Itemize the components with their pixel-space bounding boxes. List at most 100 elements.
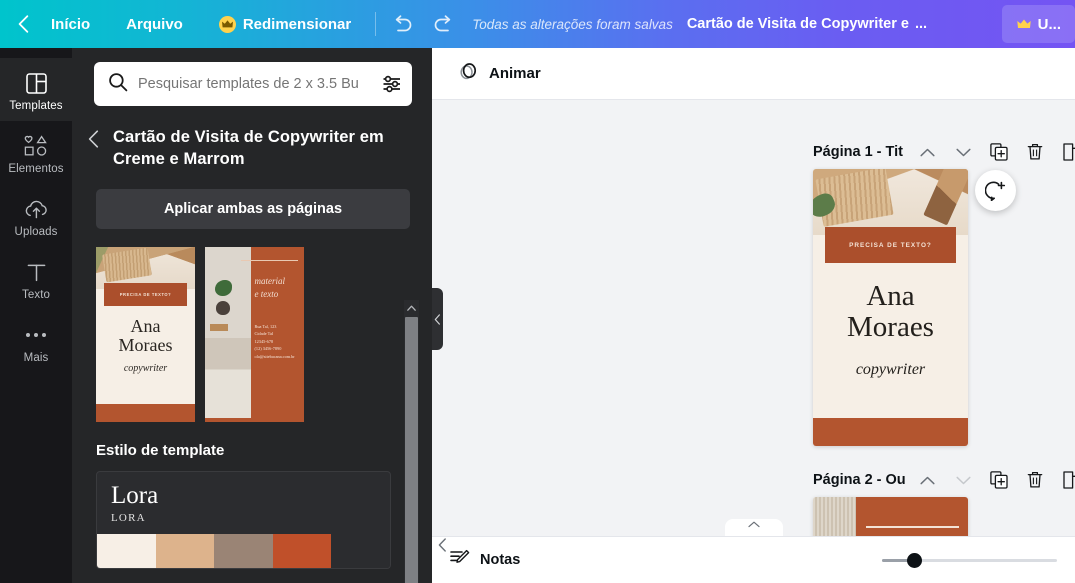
apply-both-pages-button[interactable]: Aplicar ambas as páginas	[96, 188, 410, 229]
swatch-3[interactable]	[214, 534, 273, 569]
page-2-canvas[interactable]	[813, 497, 968, 536]
thumb2-script-line1: material	[254, 275, 286, 286]
resize-button[interactable]: Redimensionar	[209, 10, 361, 39]
swatch-5[interactable]	[331, 534, 390, 569]
crown-icon	[218, 15, 236, 33]
editor-toolbar: Animar	[432, 48, 1075, 100]
scroll-thumb[interactable]	[405, 317, 418, 583]
trash-icon	[1027, 143, 1043, 160]
template-style-card[interactable]: Lora LORA	[96, 470, 391, 570]
page-2-move-up-button[interactable]	[909, 466, 945, 494]
page-2-move-down-button[interactable]	[945, 466, 981, 494]
page-2-duplicate-button[interactable]	[981, 466, 1017, 494]
thumb1-name-line1: Ana	[130, 315, 161, 336]
template-back-button[interactable]	[86, 126, 107, 148]
canvas-scroll-area[interactable]: Página 1 - Tit PRECISA DE TEXTO? Ana Mor…	[432, 100, 1075, 536]
canva-editor-window: Início Arquivo Redimensionar Todas as al…	[0, 0, 1075, 583]
sidebar-item-mais[interactable]: Mais	[0, 310, 72, 373]
page-1-move-down-button[interactable]	[945, 138, 981, 166]
upload-cloud-icon	[24, 195, 49, 223]
crown-icon	[1016, 16, 1032, 33]
chevron-up-icon	[919, 148, 935, 156]
back-button[interactable]	[18, 15, 29, 33]
zoom-slider[interactable]	[882, 552, 1057, 568]
zoom-slider-knob[interactable]	[906, 552, 922, 568]
undo-button[interactable]	[382, 9, 423, 39]
page-1-move-up-button[interactable]	[909, 138, 945, 166]
swatch-4[interactable]	[272, 534, 332, 569]
thumbnail-page-2[interactable]: material e texto Rua Tal, 123 Cidade Tal…	[205, 246, 304, 422]
document-title-ellipsis: ...	[914, 16, 928, 32]
notes-button[interactable]: Notas	[450, 549, 520, 572]
zoom-slider-track[interactable]	[882, 552, 1057, 568]
swatch-2[interactable]	[155, 534, 215, 569]
style-heading: Estilo de template	[96, 441, 225, 459]
template-header: Cartão de Visita de Copywriter em Creme …	[72, 106, 432, 171]
search-box[interactable]	[94, 62, 412, 106]
card1-banner[interactable]: PRECISA DE TEXTO?	[825, 227, 956, 263]
style-swatches	[97, 534, 390, 569]
panel-collapse-handle[interactable]	[432, 288, 443, 350]
page-title: Cartão de Visita de Copywriter em Creme …	[113, 128, 384, 169]
swatch-1[interactable]	[97, 534, 156, 569]
card1-name-line1: Ana	[866, 280, 915, 312]
thumb2-art: material e texto Rua Tal, 123 Cidade Tal…	[205, 246, 304, 422]
page-1-add-page-button[interactable]	[1053, 138, 1075, 166]
thumb2-plant	[215, 280, 233, 297]
thumb1-name-line2: Moraes	[118, 334, 173, 355]
panel-collapse-tab[interactable]	[724, 519, 783, 536]
panel-scrollbar[interactable]	[404, 300, 419, 583]
thumb1-name: Ana Moraes	[96, 315, 195, 355]
page-2-title[interactable]: Página 2 - Ou	[813, 472, 909, 488]
notes-label: Notas	[480, 552, 521, 568]
chevron-down-icon	[955, 476, 971, 484]
chevron-left-icon	[438, 538, 446, 552]
file-menu-button[interactable]: Arquivo	[116, 10, 193, 39]
redo-button[interactable]	[423, 9, 464, 39]
page-2-add-page-button[interactable]	[1053, 466, 1075, 494]
document-title[interactable]: Cartão de Visita de Copywriter e	[687, 16, 909, 32]
editor-area: Animar Página 1 - Tit PRECISA DE TEXTO? …	[432, 48, 1075, 583]
sidebar-item-elementos[interactable]: Elementos	[0, 121, 72, 184]
card2-rule	[865, 526, 959, 528]
top-bar: Início Arquivo Redimensionar Todas as al…	[0, 0, 1075, 48]
animate-button[interactable]: Animar	[450, 55, 549, 92]
card2-texture-strip	[813, 497, 857, 536]
text-t-icon	[26, 258, 47, 286]
scroll-up-button[interactable]	[404, 300, 419, 315]
redo-icon	[434, 15, 451, 32]
ellipsis-icon	[24, 321, 48, 349]
card1-name[interactable]: Ana Moraes	[813, 280, 968, 344]
sidebar-item-texto[interactable]: Texto	[0, 247, 72, 310]
page-1-delete-button[interactable]	[1017, 138, 1053, 166]
page-2-delete-button[interactable]	[1017, 466, 1053, 494]
add-comment-button[interactable]	[975, 170, 1016, 211]
card1-role[interactable]: copywriter	[813, 361, 968, 379]
templates-icon	[25, 69, 47, 97]
upgrade-button[interactable]: U...	[1001, 5, 1075, 43]
filter-sliders-icon[interactable]	[374, 74, 402, 94]
bottom-collapse-left-button[interactable]	[438, 538, 447, 557]
scroll-track[interactable]	[404, 315, 419, 583]
page-2-header: Página 2 - Ou	[813, 466, 1075, 494]
home-button[interactable]: Início	[41, 10, 100, 39]
search-icon	[108, 72, 128, 97]
sidebar-item-uploads[interactable]: Uploads	[0, 184, 72, 247]
thumb1-art: PRECISA DE TEXTO? Ana Moraes copywriter	[96, 246, 195, 422]
resize-label: Redimensionar	[242, 15, 352, 33]
sidebar-item-templates[interactable]: Templates	[0, 58, 72, 121]
search-input[interactable]	[138, 76, 374, 92]
duplicate-page-icon	[990, 471, 1008, 489]
page-1-duplicate-button[interactable]	[981, 138, 1017, 166]
page-1-canvas[interactable]: PRECISA DE TEXTO? Ana Moraes copywriter	[813, 169, 968, 446]
search-section	[72, 48, 432, 106]
thumb2-script: material e texto	[255, 275, 299, 302]
trash-icon	[1027, 471, 1043, 488]
thumb2-script-line2: e texto	[254, 289, 279, 300]
thumbnail-page-1[interactable]: PRECISA DE TEXTO? Ana Moraes copywriter	[96, 246, 195, 422]
page-1-header: Página 1 - Tit	[813, 138, 1075, 166]
chevron-left-icon	[18, 15, 29, 33]
page-1-title[interactable]: Página 1 - Tit	[813, 144, 909, 160]
thumb2-indicator	[205, 417, 304, 422]
sidebar-label-elementos: Elementos	[8, 163, 64, 175]
